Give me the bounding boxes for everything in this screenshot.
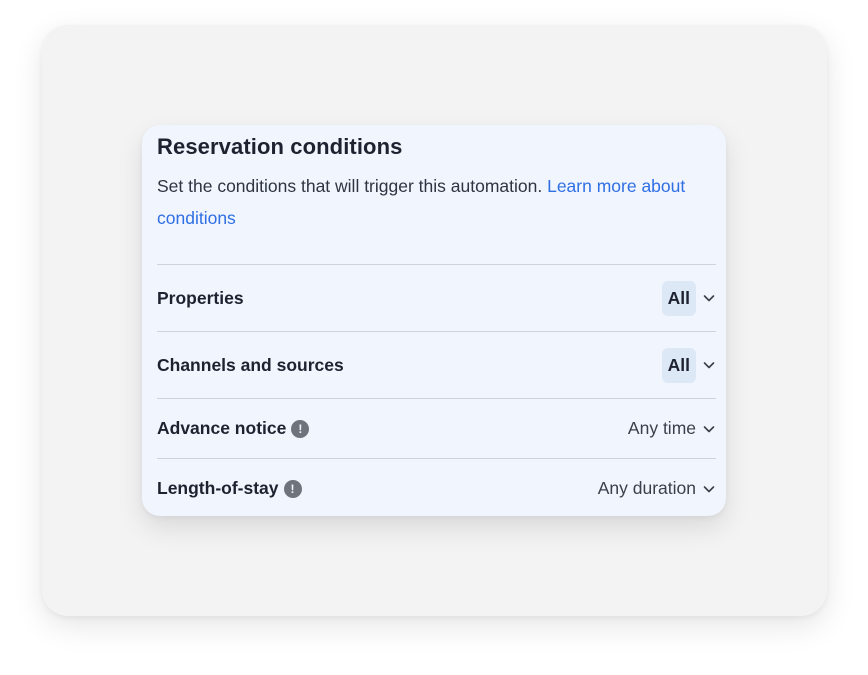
card-description: Set the conditions that will trigger thi… bbox=[157, 170, 723, 234]
chevron-down-icon bbox=[702, 358, 716, 372]
length-of-stay-value: Any duration bbox=[597, 478, 696, 498]
channels-value: All bbox=[661, 347, 696, 383]
condition-label-text: Properties bbox=[157, 287, 244, 308]
condition-label-text: Channels and sources bbox=[157, 354, 344, 375]
properties-value: All bbox=[661, 280, 696, 316]
reservation-conditions-card: Reservation conditions Set the condition… bbox=[142, 125, 726, 516]
condition-label: Channels and sources bbox=[157, 355, 344, 376]
condition-row-advance-notice: Advance notice ! Any time bbox=[157, 398, 716, 458]
info-icon[interactable]: ! bbox=[291, 419, 310, 438]
chevron-down-icon bbox=[702, 422, 716, 436]
chevron-down-icon bbox=[702, 482, 716, 496]
length-of-stay-dropdown[interactable]: Any duration bbox=[598, 478, 716, 499]
condition-label: Properties bbox=[157, 288, 244, 309]
description-text: Set the conditions that will trigger thi… bbox=[157, 176, 543, 196]
condition-row-channels: Channels and sources All bbox=[157, 331, 716, 398]
condition-row-properties: Properties All bbox=[157, 264, 716, 331]
condition-row-length-of-stay: Length-of-stay ! Any duration bbox=[157, 458, 716, 518]
condition-label: Advance notice ! bbox=[157, 418, 310, 439]
card-title: Reservation conditions bbox=[157, 134, 403, 159]
condition-label-text: Length-of-stay bbox=[157, 478, 279, 498]
chevron-down-icon bbox=[702, 291, 716, 305]
advance-notice-dropdown[interactable]: Any time bbox=[628, 418, 716, 439]
condition-label-text: Advance notice bbox=[157, 418, 287, 438]
channels-dropdown[interactable]: All bbox=[661, 347, 716, 383]
advance-notice-value: Any time bbox=[627, 418, 696, 438]
conditions-list: Properties All Channels and sources All bbox=[157, 264, 716, 518]
properties-dropdown[interactable]: All bbox=[661, 280, 716, 316]
condition-label: Length-of-stay ! bbox=[157, 478, 302, 499]
info-icon[interactable]: ! bbox=[283, 479, 302, 498]
